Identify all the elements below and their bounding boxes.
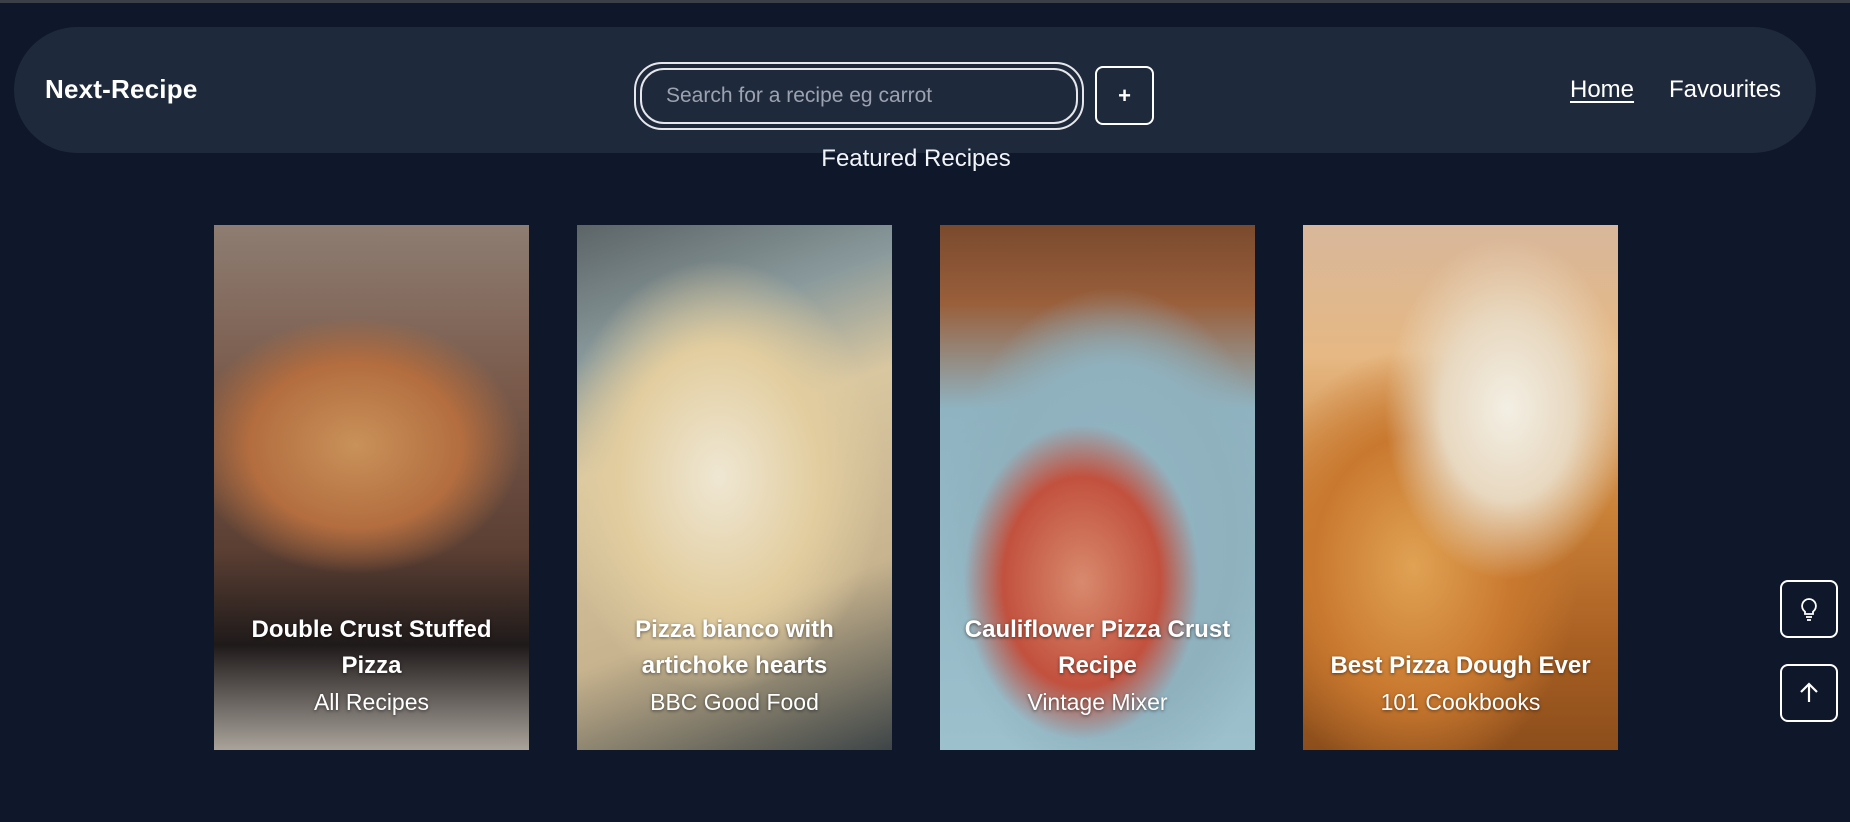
add-recipe-button[interactable]: +: [1095, 66, 1154, 125]
search-box: [634, 62, 1084, 130]
recipe-source: BBC Good Food: [650, 689, 819, 715]
arrow-up-icon: [1800, 682, 1818, 702]
recipe-caption: Cauliflower Pizza Crust Recipe Vintage M…: [940, 612, 1255, 720]
recipe-caption: Double Crust Stuffed Pizza All Recipes: [214, 612, 529, 720]
recipe-source: Vintage Mixer: [1027, 689, 1168, 715]
lightbulb-icon: [1801, 598, 1817, 621]
recipe-caption: Pizza bianco with artichoke hearts BBC G…: [577, 612, 892, 720]
recipe-title: Cauliflower Pizza Crust Recipe: [964, 616, 1231, 679]
recipe-source: All Recipes: [313, 689, 430, 715]
nav-link-home[interactable]: Home: [1570, 76, 1634, 104]
recipe-title: Double Crust Stuffed Pizza: [251, 616, 492, 679]
recipe-source: 101 Cookbooks: [1380, 689, 1541, 715]
section-title: Featured Recipes: [821, 145, 1011, 172]
brand-logo[interactable]: Next-Recipe: [45, 74, 197, 105]
scroll-to-top-button[interactable]: [1780, 664, 1838, 722]
search-input[interactable]: [640, 68, 1078, 124]
tips-button[interactable]: [1780, 580, 1838, 638]
nav-link-favourites[interactable]: Favourites: [1669, 76, 1781, 104]
window-top-border: [0, 0, 1850, 3]
recipe-caption: Best Pizza Dough Ever 101 Cookbooks: [1303, 648, 1618, 720]
recipe-card[interactable]: Cauliflower Pizza Crust Recipe Vintage M…: [940, 225, 1255, 750]
recipe-card[interactable]: Double Crust Stuffed Pizza All Recipes: [214, 225, 529, 750]
recipe-card[interactable]: Pizza bianco with artichoke hearts BBC G…: [577, 225, 892, 750]
recipe-card[interactable]: Best Pizza Dough Ever 101 Cookbooks: [1303, 225, 1618, 750]
recipe-title: Pizza bianco with artichoke hearts: [635, 616, 834, 679]
recipe-title: Best Pizza Dough Ever: [1330, 652, 1591, 679]
